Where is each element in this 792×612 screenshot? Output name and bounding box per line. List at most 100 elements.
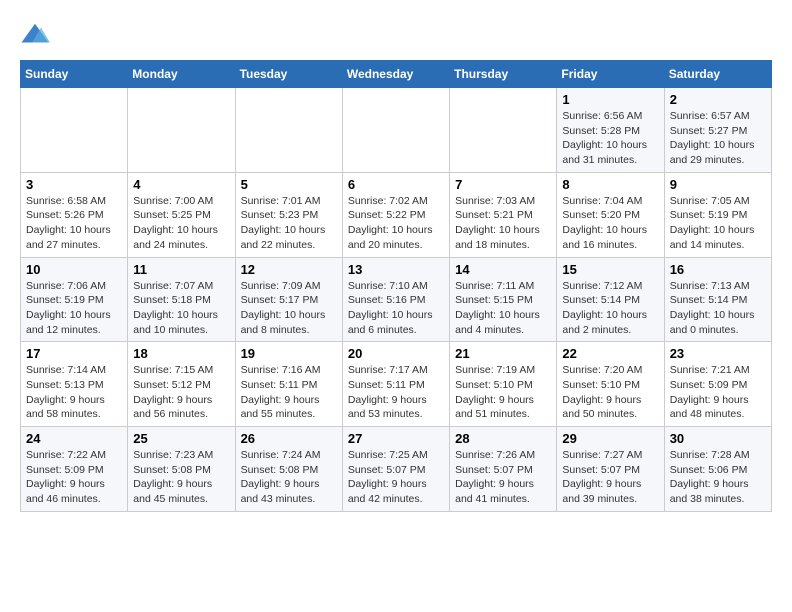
col-header-friday: Friday — [557, 61, 664, 88]
calendar-cell: 16Sunrise: 7:13 AM Sunset: 5:14 PM Dayli… — [664, 257, 771, 342]
day-info: Sunrise: 7:04 AM Sunset: 5:20 PM Dayligh… — [562, 194, 658, 253]
day-number: 10 — [26, 262, 122, 277]
day-number: 18 — [133, 346, 229, 361]
day-info: Sunrise: 7:21 AM Sunset: 5:09 PM Dayligh… — [670, 363, 766, 422]
calendar-cell: 20 Sunrise: 7:17 AM Sunset: 5:11 PM Dayli… — [342, 342, 449, 427]
day-info: Sunrise: 7:01 AM Sunset: 5:23 PM Dayligh… — [241, 194, 337, 253]
day-number: 25 — [133, 431, 229, 446]
day-number: 27 — [348, 431, 444, 446]
day-info: Sunrise: 6:58 AM Sunset: 5:26 PM Dayligh… — [26, 194, 122, 253]
day-number: 28 — [455, 431, 551, 446]
calendar-cell: 7 Sunrise: 7:03 AM Sunset: 5:21 PM Daylig… — [450, 172, 557, 257]
calendar-week-row: 10 Sunrise: 7:06 AM Sunset: 5:19 PM Dayli… — [21, 257, 772, 342]
calendar-cell: 23 Sunrise: 7:21 AM Sunset: 5:09 PM Dayli… — [664, 342, 771, 427]
day-number: 24 — [26, 431, 122, 446]
calendar-cell: 28Sunrise: 7:26 AM Sunset: 5:07 PM Dayli… — [450, 427, 557, 512]
calendar-cell: 13Sunrise: 7:10 AM Sunset: 5:16 PM Dayli… — [342, 257, 449, 342]
calendar-week-row: 17Sunrise: 7:14 AM Sunset: 5:13 PM Dayli… — [21, 342, 772, 427]
col-header-tuesday: Tuesday — [235, 61, 342, 88]
day-info: Sunrise: 7:11 AM Sunset: 5:15 PM Dayligh… — [455, 279, 551, 338]
day-number: 11 — [133, 262, 229, 277]
calendar-cell — [235, 88, 342, 173]
day-info: Sunrise: 7:23 AM Sunset: 5:08 PM Dayligh… — [133, 448, 229, 507]
day-number: 1 — [562, 92, 658, 107]
day-number: 15 — [562, 262, 658, 277]
day-number: 14 — [455, 262, 551, 277]
day-info: Sunrise: 7:10 AM Sunset: 5:16 PM Dayligh… — [348, 279, 444, 338]
calendar-cell: 9 Sunrise: 7:05 AM Sunset: 5:19 PM Daylig… — [664, 172, 771, 257]
day-number: 5 — [241, 177, 337, 192]
calendar-cell: 8 Sunrise: 7:04 AM Sunset: 5:20 PM Daylig… — [557, 172, 664, 257]
calendar-cell: 12Sunrise: 7:09 AM Sunset: 5:17 PM Dayli… — [235, 257, 342, 342]
day-number: 4 — [133, 177, 229, 192]
calendar-cell: 1 Sunrise: 6:56 AM Sunset: 5:28 PM Daylig… — [557, 88, 664, 173]
calendar-cell: 21 Sunrise: 7:19 AM Sunset: 5:10 PM Dayli… — [450, 342, 557, 427]
calendar-cell — [450, 88, 557, 173]
day-info: Sunrise: 7:28 AM Sunset: 5:06 PM Dayligh… — [670, 448, 766, 507]
calendar-cell: 26 Sunrise: 7:24 AM Sunset: 5:08 PM Dayli… — [235, 427, 342, 512]
day-info: Sunrise: 7:06 AM Sunset: 5:19 PM Dayligh… — [26, 279, 122, 338]
calendar-cell: 6 Sunrise: 7:02 AM Sunset: 5:22 PM Daylig… — [342, 172, 449, 257]
calendar-week-row: 3 Sunrise: 6:58 AM Sunset: 5:26 PM Daylig… — [21, 172, 772, 257]
day-number: 30 — [670, 431, 766, 446]
day-number: 23 — [670, 346, 766, 361]
day-number: 9 — [670, 177, 766, 192]
col-header-saturday: Saturday — [664, 61, 771, 88]
calendar-cell: 29 Sunrise: 7:27 AM Sunset: 5:07 PM Dayli… — [557, 427, 664, 512]
logo-icon — [20, 20, 50, 50]
calendar-cell: 30 Sunrise: 7:28 AM Sunset: 5:06 PM Dayli… — [664, 427, 771, 512]
day-info: Sunrise: 7:12 AM Sunset: 5:14 PM Dayligh… — [562, 279, 658, 338]
day-info: Sunrise: 7:09 AM Sunset: 5:17 PM Dayligh… — [241, 279, 337, 338]
calendar-cell: 11Sunrise: 7:07 AM Sunset: 5:18 PM Dayli… — [128, 257, 235, 342]
calendar-cell: 19 Sunrise: 7:16 AM Sunset: 5:11 PM Dayli… — [235, 342, 342, 427]
day-number: 2 — [670, 92, 766, 107]
day-number: 8 — [562, 177, 658, 192]
day-info: Sunrise: 7:15 AM Sunset: 5:12 PM Dayligh… — [133, 363, 229, 422]
day-info: Sunrise: 7:22 AM Sunset: 5:09 PM Dayligh… — [26, 448, 122, 507]
calendar-cell: 15 Sunrise: 7:12 AM Sunset: 5:14 PM Dayli… — [557, 257, 664, 342]
calendar-cell: 14 Sunrise: 7:11 AM Sunset: 5:15 PM Dayli… — [450, 257, 557, 342]
day-info: Sunrise: 7:27 AM Sunset: 5:07 PM Dayligh… — [562, 448, 658, 507]
day-number: 3 — [26, 177, 122, 192]
day-number: 19 — [241, 346, 337, 361]
day-info: Sunrise: 7:20 AM Sunset: 5:10 PM Dayligh… — [562, 363, 658, 422]
day-info: Sunrise: 6:56 AM Sunset: 5:28 PM Dayligh… — [562, 109, 658, 168]
day-info: Sunrise: 7:24 AM Sunset: 5:08 PM Dayligh… — [241, 448, 337, 507]
calendar-cell — [128, 88, 235, 173]
day-number: 20 — [348, 346, 444, 361]
calendar-cell: 3 Sunrise: 6:58 AM Sunset: 5:26 PM Daylig… — [21, 172, 128, 257]
day-info: Sunrise: 6:57 AM Sunset: 5:27 PM Dayligh… — [670, 109, 766, 168]
day-number: 7 — [455, 177, 551, 192]
day-number: 26 — [241, 431, 337, 446]
col-header-wednesday: Wednesday — [342, 61, 449, 88]
calendar-week-row: 1 Sunrise: 6:56 AM Sunset: 5:28 PM Daylig… — [21, 88, 772, 173]
day-info: Sunrise: 7:16 AM Sunset: 5:11 PM Dayligh… — [241, 363, 337, 422]
col-header-monday: Monday — [128, 61, 235, 88]
calendar-cell: 25 Sunrise: 7:23 AM Sunset: 5:08 PM Dayli… — [128, 427, 235, 512]
day-info: Sunrise: 7:19 AM Sunset: 5:10 PM Dayligh… — [455, 363, 551, 422]
day-info: Sunrise: 7:03 AM Sunset: 5:21 PM Dayligh… — [455, 194, 551, 253]
day-number: 21 — [455, 346, 551, 361]
day-number: 29 — [562, 431, 658, 446]
day-number: 6 — [348, 177, 444, 192]
day-info: Sunrise: 7:05 AM Sunset: 5:19 PM Dayligh… — [670, 194, 766, 253]
day-info: Sunrise: 7:13 AM Sunset: 5:14 PM Dayligh… — [670, 279, 766, 338]
day-number: 22 — [562, 346, 658, 361]
day-info: Sunrise: 7:25 AM Sunset: 5:07 PM Dayligh… — [348, 448, 444, 507]
day-info: Sunrise: 7:02 AM Sunset: 5:22 PM Dayligh… — [348, 194, 444, 253]
logo — [20, 20, 54, 50]
day-info: Sunrise: 7:00 AM Sunset: 5:25 PM Dayligh… — [133, 194, 229, 253]
calendar-cell: 5 Sunrise: 7:01 AM Sunset: 5:23 PM Daylig… — [235, 172, 342, 257]
calendar-cell: 22 Sunrise: 7:20 AM Sunset: 5:10 PM Dayli… — [557, 342, 664, 427]
calendar-cell — [342, 88, 449, 173]
page-header — [20, 20, 772, 50]
calendar-cell: 2 Sunrise: 6:57 AM Sunset: 5:27 PM Daylig… — [664, 88, 771, 173]
calendar-cell: 4 Sunrise: 7:00 AM Sunset: 5:25 PM Daylig… — [128, 172, 235, 257]
calendar-week-row: 24 Sunrise: 7:22 AM Sunset: 5:09 PM Dayli… — [21, 427, 772, 512]
col-header-sunday: Sunday — [21, 61, 128, 88]
col-header-thursday: Thursday — [450, 61, 557, 88]
day-info: Sunrise: 7:17 AM Sunset: 5:11 PM Dayligh… — [348, 363, 444, 422]
calendar-table: SundayMondayTuesdayWednesdayThursdayFrid… — [20, 60, 772, 512]
calendar-cell — [21, 88, 128, 173]
day-info: Sunrise: 7:14 AM Sunset: 5:13 PM Dayligh… — [26, 363, 122, 422]
